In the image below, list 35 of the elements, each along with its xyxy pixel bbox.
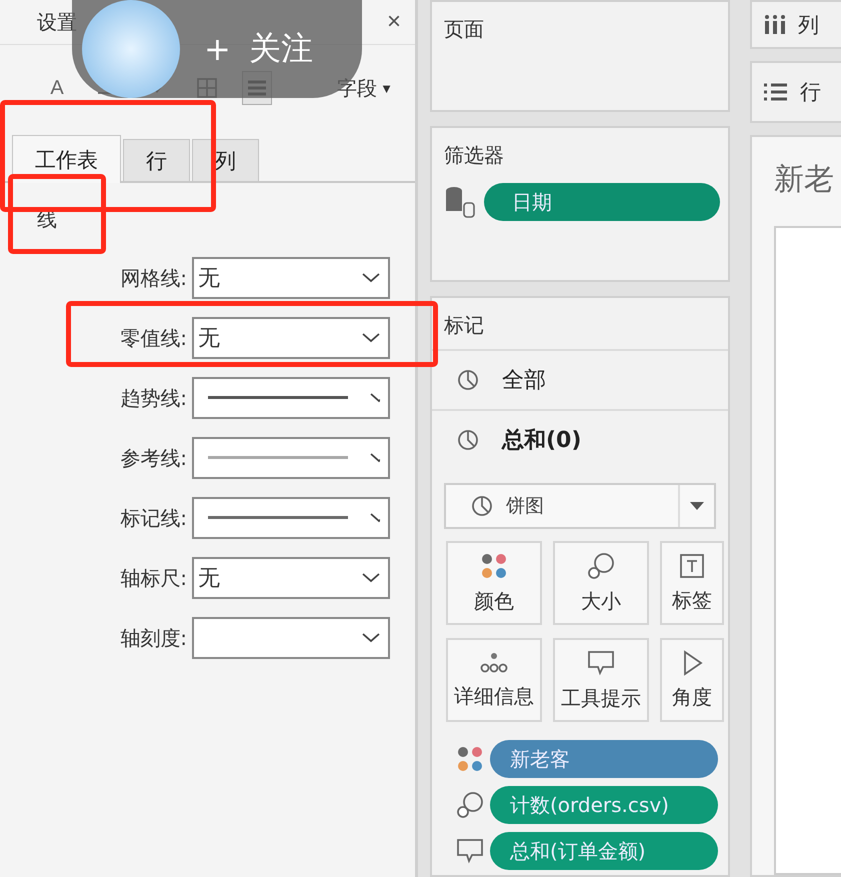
rows-shelf[interactable]: 行: [750, 61, 841, 123]
follow-button[interactable]: + 关注: [204, 27, 313, 71]
tab[interactable]: 工作表: [12, 135, 121, 183]
marks-layer[interactable]: 全部: [432, 349, 728, 409]
mark-type-dropdown[interactable]: 饼图: [444, 483, 716, 529]
columns-shelf[interactable]: 列: [750, 0, 841, 49]
font-button[interactable]: A: [42, 71, 72, 105]
setting-label: 参考线:: [119, 444, 187, 472]
tab[interactable]: 列: [192, 139, 259, 181]
color-button[interactable]: 颜色: [446, 541, 542, 625]
setting-label: 趋势线:: [119, 384, 187, 412]
card-title: 标记: [443, 312, 485, 339]
filter-pill[interactable]: 日期: [484, 183, 720, 221]
detail-button[interactable]: 详细信息: [446, 638, 542, 722]
card-title: 筛选器: [443, 142, 505, 169]
tooltip-button[interactable]: 工具提示: [553, 638, 649, 722]
setting-label: 标记线:: [119, 504, 187, 532]
view-title: 新老: [774, 161, 835, 199]
dropdown-field[interactable]: 无: [192, 257, 390, 299]
tab[interactable]: 行: [123, 139, 190, 181]
close-button[interactable]: ×: [386, 8, 401, 36]
label-button[interactable]: 标签: [660, 541, 724, 625]
size-button[interactable]: 大小: [553, 541, 649, 625]
fields-dropdown[interactable]: 字段▼: [337, 74, 393, 102]
dropdown-field[interactable]: 无: [192, 317, 390, 359]
setting-label: 轴刻度:: [119, 624, 187, 652]
shelf-label: 行: [800, 79, 821, 106]
marks-layer[interactable]: 总和(0): [432, 409, 728, 469]
setting-label: 轴标尺:: [119, 564, 187, 592]
angle-button[interactable]: 角度: [660, 638, 724, 722]
dropdown-field[interactable]: 无: [192, 557, 390, 599]
setting-label: 零值线:: [119, 324, 187, 352]
shelf-label: 列: [798, 12, 819, 38]
setting-label: 网格线:: [119, 264, 187, 292]
card-title: 页面: [443, 16, 485, 43]
